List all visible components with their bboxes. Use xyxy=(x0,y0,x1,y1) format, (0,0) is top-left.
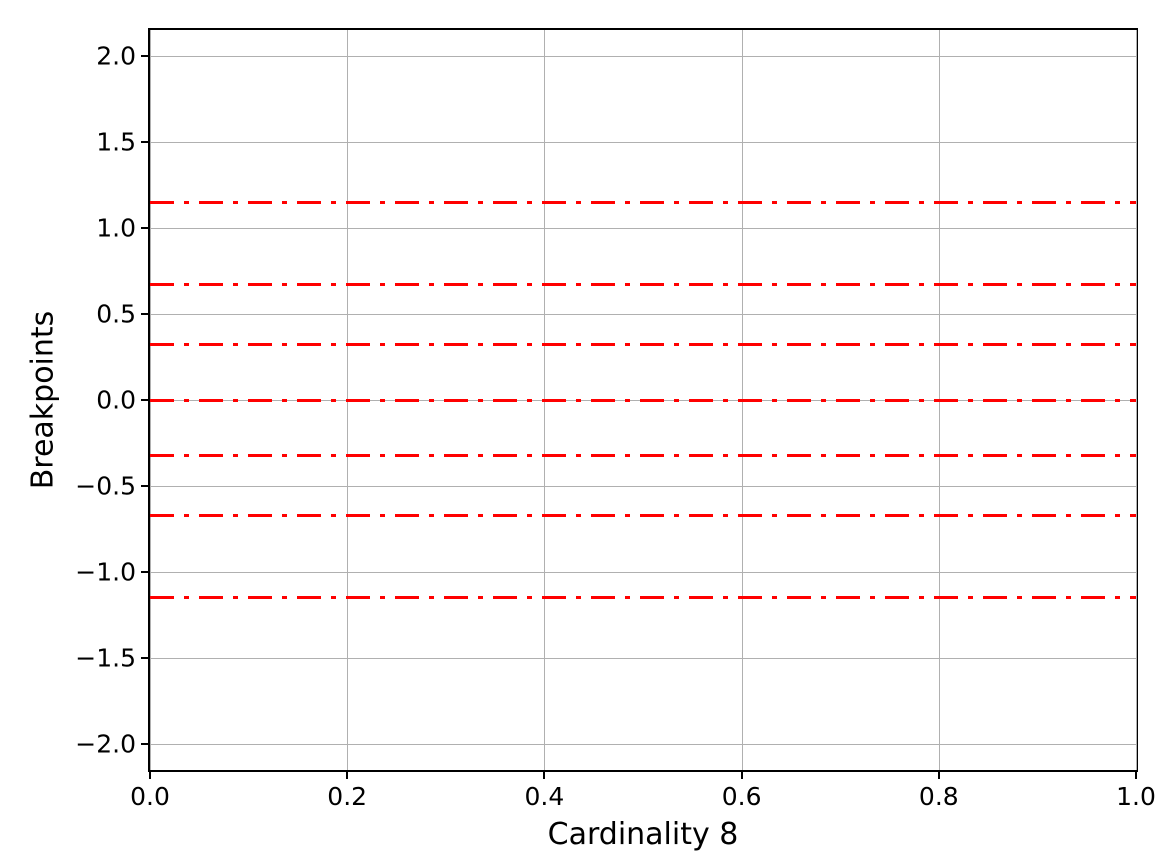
y-tick-label: −0.5 xyxy=(75,472,136,501)
x-tick-label: 1.0 xyxy=(1116,782,1156,811)
x-tick xyxy=(938,772,940,779)
x-tick xyxy=(346,772,348,779)
y-tick-label: 1.5 xyxy=(96,127,136,156)
y-tick-label: 0.5 xyxy=(96,299,136,328)
y-tick xyxy=(141,571,148,573)
y-tick-label: 0.0 xyxy=(96,386,136,415)
y-tick-label: −2.0 xyxy=(75,730,136,759)
y-tick xyxy=(141,55,148,57)
y-tick xyxy=(141,313,148,315)
ticks-layer: 0.0 0.2 0.4 0.6 0.8 1.0 −2.0 −1.5 −1.0 −0.5 0.0 0.5… xyxy=(0,0,1169,860)
x-axis-label: Cardinality 8 xyxy=(548,817,739,852)
chart-figure: 0.0 0.2 0.4 0.6 0.8 1.0 −2.0 −1.5 −1.0 −0.5 0.0 0.5… xyxy=(0,0,1169,860)
y-tick xyxy=(141,657,148,659)
y-tick xyxy=(141,227,148,229)
y-tick-label: −1.5 xyxy=(75,644,136,673)
x-tick-label: 0.4 xyxy=(525,782,565,811)
x-tick-label: 0.0 xyxy=(130,782,170,811)
y-tick xyxy=(141,485,148,487)
y-tick-label: −1.0 xyxy=(75,558,136,587)
x-tick xyxy=(149,772,151,779)
y-tick xyxy=(141,141,148,143)
y-tick-label: 2.0 xyxy=(96,41,136,70)
y-axis-label: Breakpoints xyxy=(26,311,61,490)
y-tick-label: 1.0 xyxy=(96,213,136,242)
y-tick xyxy=(141,743,148,745)
x-tick xyxy=(741,772,743,779)
x-tick-label: 0.6 xyxy=(722,782,762,811)
x-tick xyxy=(1135,772,1137,779)
x-tick-label: 0.8 xyxy=(919,782,959,811)
x-tick-label: 0.2 xyxy=(327,782,367,811)
y-tick xyxy=(141,399,148,401)
x-tick xyxy=(543,772,545,779)
